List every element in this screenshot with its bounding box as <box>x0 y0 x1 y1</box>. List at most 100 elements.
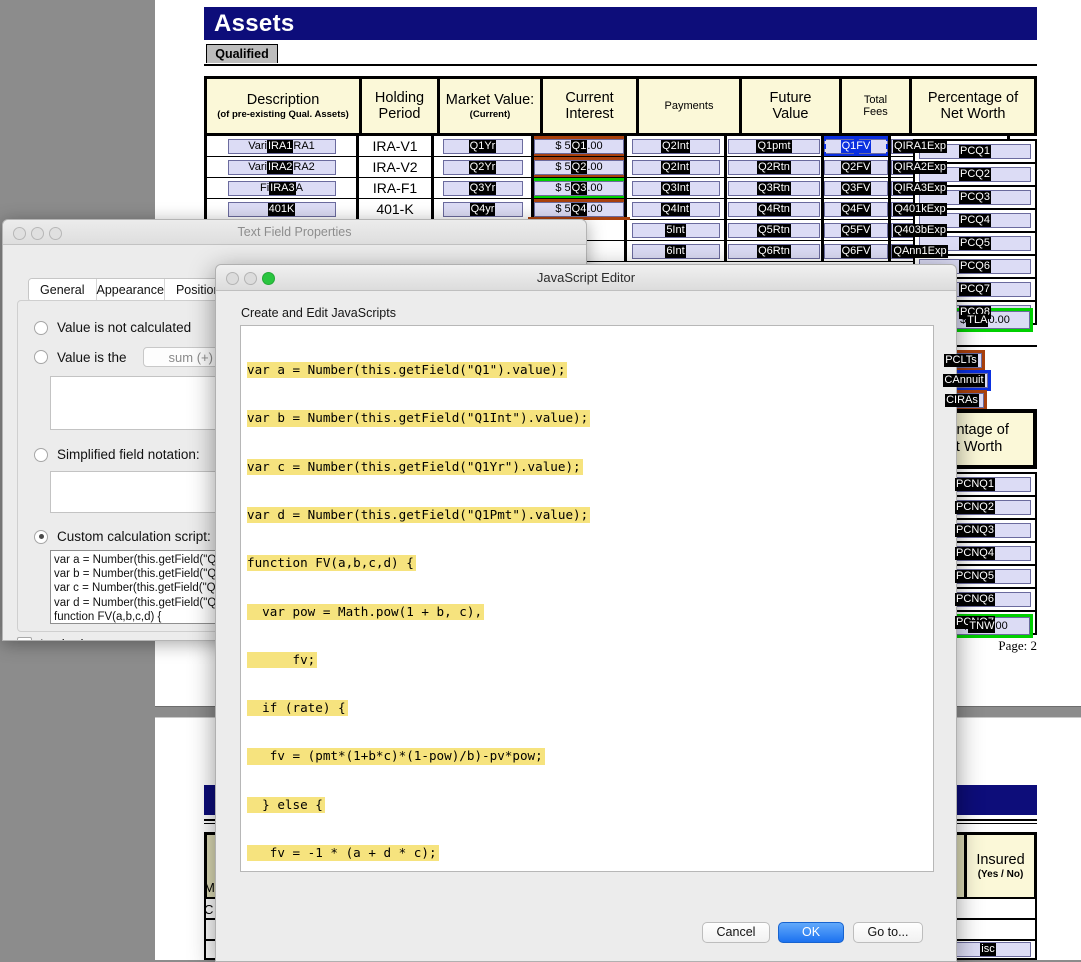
code-line: } else { <box>247 796 325 813</box>
field-current-interest[interactable]: Q3Int <box>631 180 720 196</box>
cell-holding-period: Q1Yr <box>431 136 534 157</box>
field-description[interactable]: Fi IRA3 A <box>227 180 336 196</box>
locked-row[interactable]: Locked <box>17 637 84 640</box>
table-header-row: Description (of pre-existing Qual. Asset… <box>204 76 1037 136</box>
page2-label-c: C <box>204 902 214 917</box>
field-pclts[interactable]: PCLTs <box>937 350 985 371</box>
radio-label-custom-script: Custom calculation script: <box>57 529 211 544</box>
column-header-total-fees: Total Fees <box>842 79 912 133</box>
field-cannuit[interactable]: CAnnuit <box>937 370 991 391</box>
dropdown-value: sum (+) <box>168 350 213 365</box>
jse-title-bar[interactable]: JavaScript Editor <box>216 265 956 291</box>
field-market-value[interactable]: $ 5 Q2 .00 <box>534 157 624 177</box>
field-description[interactable]: 401K <box>227 201 336 217</box>
jse-subtitle: Create and Edit JavaScripts <box>241 306 396 320</box>
cell-holding-period: Q4yr <box>431 199 534 220</box>
cell-future-value: Q1FV <box>821 136 891 157</box>
field-payments[interactable]: Q3Rtn <box>728 180 820 196</box>
radio-simplified-field-notation[interactable] <box>34 447 48 462</box>
locked-checkbox[interactable] <box>17 637 32 640</box>
cell-payments: Q2Rtn <box>724 157 824 178</box>
field-market-value[interactable]: $ 5 Q4 .00 <box>534 199 624 219</box>
column-header-holding-period: Holding Period <box>362 79 440 133</box>
code-content[interactable]: var a = Number(this.getField("Q1").value… <box>241 326 933 871</box>
field-misc[interactable]: isc <box>945 942 1031 957</box>
field-total-fees[interactable]: QIRA2Exp <box>891 159 949 175</box>
field-payments[interactable]: Q6Rtn <box>728 243 820 259</box>
cell-type: IRA-F1 <box>356 178 434 199</box>
radio-label-simplified: Simplified field notation: <box>57 447 200 462</box>
radio-custom-calculation-script[interactable] <box>34 529 48 544</box>
radio-label-value-is-the: Value is the <box>57 349 127 365</box>
summary-fields: PCLTs CAnnuit CIRAs <box>937 350 991 411</box>
field-description[interactable]: Vari IRA1 RA1 <box>227 138 336 154</box>
field-current-interest[interactable]: 5Int <box>631 222 720 238</box>
field-future-value[interactable]: Q6FV <box>824 243 888 259</box>
code-line: var a = Number(this.getField("Q1").value… <box>247 362 568 379</box>
code-line: function FV(a,b,c,d) { <box>247 555 416 572</box>
cell-payments: Q5Rtn <box>724 220 824 241</box>
tab-qualified[interactable]: Qualified <box>206 44 278 63</box>
cell-future-value: Q6FV <box>821 241 891 262</box>
code-line: fv = (pmt*(1+b*c)*(1-pow)/b)-pv*pow; <box>247 748 545 765</box>
code-line: var b = Number(this.getField("Q1Int").va… <box>247 410 591 427</box>
cell-future-value: Q4FV <box>821 199 891 220</box>
tab-appearance[interactable]: Appearance <box>96 279 165 301</box>
cell-description: Fi IRA3 A <box>204 178 359 199</box>
cell-description: 401K <box>204 199 359 220</box>
radio-not-calculated[interactable] <box>34 320 48 335</box>
field-future-value-selected[interactable]: Q1FV <box>824 136 888 156</box>
field-payments[interactable]: Q4Rtn <box>728 201 820 217</box>
field-current-interest[interactable]: Q2Int <box>631 138 720 154</box>
field-future-value[interactable]: Q4FV <box>824 201 888 217</box>
cell-holding-period: Q3Yr <box>431 178 534 199</box>
cell-description: Vari IRA2 RA2 <box>204 157 359 178</box>
page2-label-m: M <box>204 880 215 895</box>
field-current-interest[interactable]: 6Int <box>631 243 720 259</box>
cell-future-value: Q2FV <box>821 157 891 178</box>
field-future-value[interactable]: Q5FV <box>824 222 888 238</box>
code-line: var pow = Math.pow(1 + b, c), <box>247 603 485 620</box>
cancel-button[interactable]: Cancel <box>702 922 770 943</box>
radio-value-is-the[interactable] <box>34 350 48 364</box>
cell-market-value: $ 5 Q2 .00 <box>531 157 627 178</box>
field-total-fees[interactable]: Q401kExp <box>891 201 949 217</box>
field-holding-period[interactable]: Q4yr <box>442 201 523 217</box>
field-payments[interactable]: Q5Rtn <box>728 222 820 238</box>
field-future-value[interactable]: Q2FV <box>824 159 888 175</box>
go-to-button[interactable]: Go to... <box>853 922 923 943</box>
field-market-value[interactable]: $ 5 Q3 .00 <box>534 178 624 198</box>
field-current-interest[interactable]: Q4Int <box>631 201 720 217</box>
field-ciras[interactable]: CIRAs <box>937 390 987 411</box>
field-holding-period[interactable]: Q3Yr <box>442 180 523 196</box>
field-total-fees[interactable]: QIRA3Exp <box>891 180 949 196</box>
field-holding-period[interactable]: Q2Yr <box>442 159 523 175</box>
field-total-fees[interactable]: QIRA1Exp <box>891 138 949 154</box>
field-description[interactable]: Vari IRA2 RA2 <box>227 159 336 175</box>
cell-holding-period: Q2Yr <box>431 157 534 178</box>
field-total-fees[interactable]: QAnn1Exp <box>891 243 949 259</box>
javascript-code-editor[interactable]: var a = Number(this.getField("Q1").value… <box>240 325 934 872</box>
jse-button-bar: Cancel OK Go to... <box>216 922 956 956</box>
cell-payments: Q6Rtn <box>724 241 824 262</box>
javascript-editor-window[interactable]: JavaScript Editor Create and Edit JavaSc… <box>215 264 957 962</box>
field-total-fees[interactable]: Q403bExp <box>891 222 949 238</box>
cell-current-interest: Q2Int <box>624 157 727 178</box>
column-header-description: Description (of pre-existing Qual. Asset… <box>207 79 362 133</box>
field-market-value[interactable]: $ 5 Q1 .00 <box>534 136 624 156</box>
field-current-interest[interactable]: Q2Int <box>631 159 720 175</box>
cell-current-interest: 5Int <box>624 220 727 241</box>
code-line: var d = Number(this.getField("Q1Pmt").va… <box>247 507 591 524</box>
tab-general[interactable]: General <box>29 279 97 301</box>
cell-current-interest: Q4Int <box>624 199 727 220</box>
cell-market-value: $ 5 Q3 .00 <box>531 178 627 199</box>
ok-button[interactable]: OK <box>778 922 844 943</box>
field-payments[interactable]: Q2Rtn <box>728 159 820 175</box>
field-future-value[interactable]: Q3FV <box>824 180 888 196</box>
title-rule <box>204 64 1037 66</box>
column-header-future-value: Future Value <box>742 79 842 133</box>
tfp-title-bar[interactable]: Text Field Properties <box>3 220 586 245</box>
field-payments[interactable]: Q1pmt <box>728 138 820 154</box>
code-line: fv; <box>247 651 318 668</box>
field-holding-period[interactable]: Q1Yr <box>442 138 523 154</box>
